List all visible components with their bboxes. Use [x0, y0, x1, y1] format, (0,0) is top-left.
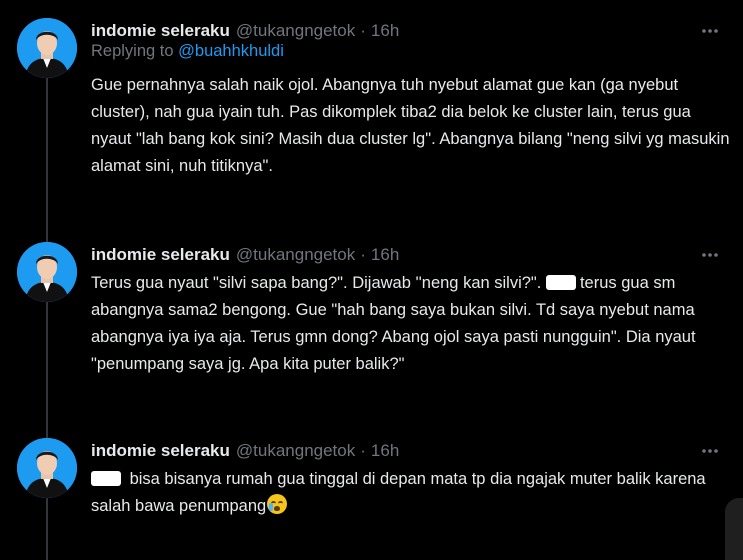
more-icon[interactable] [699, 440, 721, 462]
redacted-word [545, 275, 576, 290]
separator-dot: · [360, 441, 366, 460]
timestamp[interactable]: 16h [371, 441, 399, 461]
avatar-image [17, 242, 77, 302]
tweet[interactable]: indomie seleraku @tukangngetok · 16h bis… [0, 438, 743, 560]
replying-to: Replying to @buahhkhuldi [91, 42, 284, 61]
avatar-image [17, 438, 77, 498]
username[interactable]: @tukangngetok [236, 21, 355, 41]
tweet-text-part: bisa bisanya rumah gua tinggal di depan … [91, 470, 706, 515]
avatar-image [17, 18, 77, 78]
timestamp[interactable]: 16h [371, 21, 399, 41]
avatar[interactable] [17, 18, 77, 78]
timestamp[interactable]: 16h [371, 245, 399, 265]
tweet-text: bisa bisanya rumah gua tinggal di depan … [91, 466, 731, 520]
tweet-header: indomie seleraku @tukangngetok · 16h [91, 242, 399, 268]
tweet-header: indomie seleraku @tukangngetok · 16h [91, 438, 399, 464]
tweet-text: Terus gua nyaut "silvi sapa bang?". Dija… [91, 270, 731, 378]
tweet[interactable]: indomie seleraku @tukangngetok · 16h Ter… [0, 242, 743, 382]
display-name[interactable]: indomie seleraku [91, 441, 230, 461]
more-icon[interactable] [699, 20, 721, 42]
more-icon[interactable] [699, 244, 721, 266]
separator-dot: · [360, 245, 366, 264]
display-name[interactable]: indomie seleraku [91, 21, 230, 41]
tweet-text-part: Terus gua nyaut "silvi sapa bang?". Dija… [91, 274, 546, 292]
crying-face-icon [267, 494, 288, 514]
tweet[interactable]: indomie seleraku @tukangngetok · 16h Rep… [0, 18, 743, 218]
username[interactable]: @tukangngetok [236, 245, 355, 265]
replying-to-label: Replying to [91, 42, 174, 60]
avatar[interactable] [17, 242, 77, 302]
mention-link[interactable]: @buahhkhuldi [178, 42, 284, 60]
username[interactable]: @tukangngetok [236, 441, 355, 461]
tweet-header: indomie seleraku @tukangngetok · 16h [91, 18, 399, 44]
separator-dot: · [360, 21, 366, 40]
tweet-text: Gue pernahnya salah naik ojol. Abangnya … [91, 76, 730, 175]
redacted-word [91, 471, 121, 486]
display-name[interactable]: indomie seleraku [91, 245, 230, 265]
avatar[interactable] [17, 438, 77, 498]
floating-button-edge[interactable] [725, 498, 743, 560]
